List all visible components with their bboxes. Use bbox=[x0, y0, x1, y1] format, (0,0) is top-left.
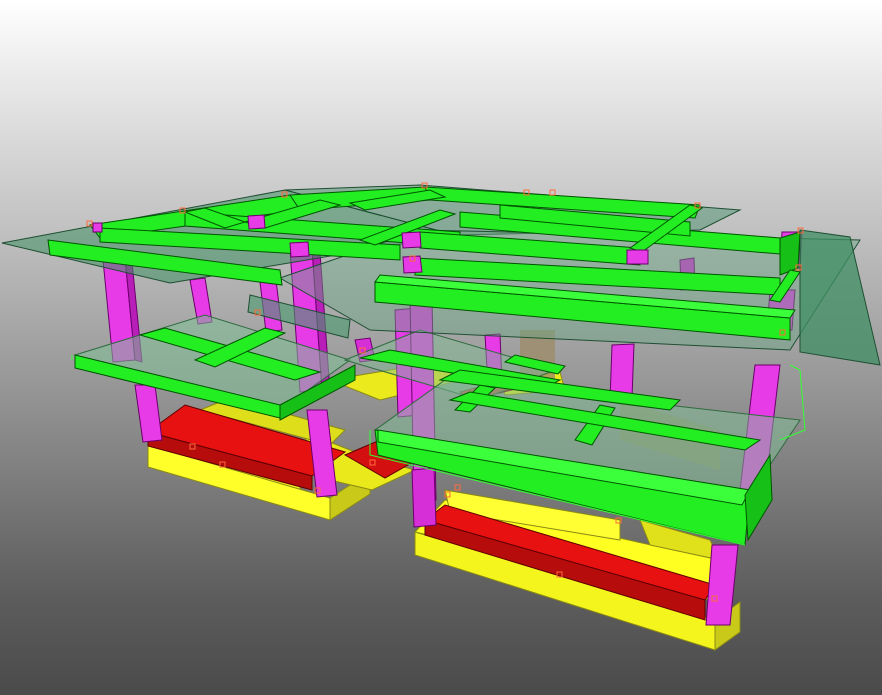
column-cap-3[interactable] bbox=[401, 231, 422, 249]
column-cap-2[interactable] bbox=[289, 241, 310, 258]
column-cap-4[interactable] bbox=[402, 255, 423, 274]
roof-slab-overhang-right[interactable] bbox=[799, 229, 881, 366]
node[interactable] bbox=[549, 189, 556, 196]
node[interactable] bbox=[454, 484, 461, 491]
column-cap-5[interactable] bbox=[626, 249, 649, 265]
3d-model-viewport[interactable] bbox=[0, 0, 882, 695]
column-front-left-lower[interactable] bbox=[134, 384, 163, 443]
beam-roof-right-side[interactable] bbox=[779, 231, 801, 276]
structural-model-scene bbox=[1, 182, 881, 651]
column-center-lower[interactable] bbox=[411, 467, 437, 528]
column-cap-1[interactable] bbox=[247, 214, 266, 230]
column-cap-6[interactable] bbox=[92, 222, 103, 233]
